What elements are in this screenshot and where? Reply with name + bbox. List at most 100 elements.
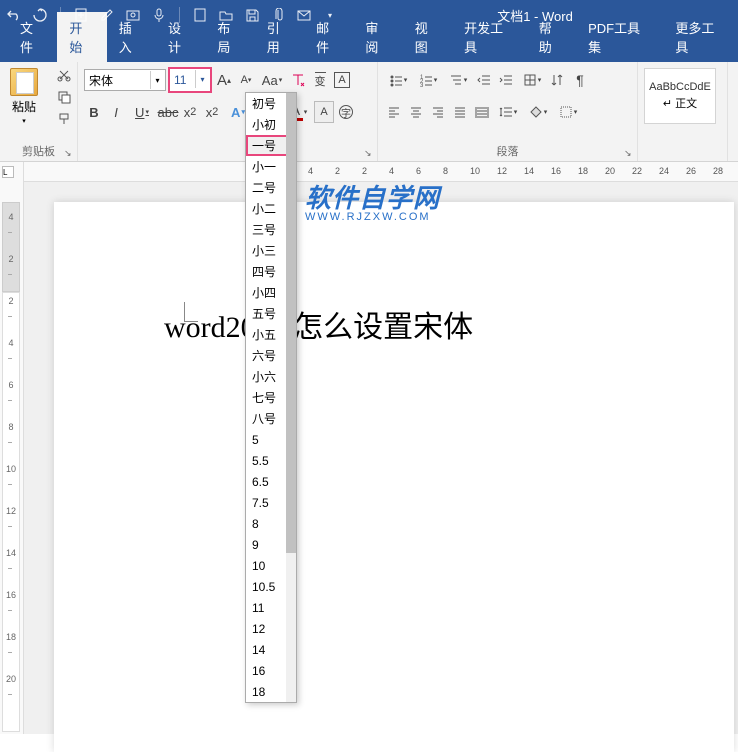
ruler-tick: 8: [443, 166, 448, 176]
tab-review[interactable]: 审阅: [353, 12, 402, 62]
underline-button[interactable]: U▾: [128, 101, 156, 123]
ruler-tick: 8: [4, 422, 18, 432]
multilevel-list-button[interactable]: ▾: [444, 69, 472, 91]
ruler-tick: 2: [4, 296, 18, 306]
ruler-tick: 12: [4, 506, 18, 516]
sort-button[interactable]: [548, 69, 568, 91]
font-size-dropdown: 初号小初一号小一二号小二三号小三四号小四五号小五六号小六七号八号55.56.57…: [245, 92, 297, 703]
tab-more[interactable]: 更多工具: [663, 12, 738, 62]
paste-button[interactable]: 粘贴 ▾: [6, 66, 42, 126]
shading-button[interactable]: ▾: [524, 101, 552, 123]
ruler-tick: 10: [470, 166, 480, 176]
change-case-button[interactable]: Aa▾: [258, 69, 286, 91]
format-painter-icon[interactable]: [55, 110, 73, 128]
document-text[interactable]: word2019 怎么设置宋体: [164, 302, 624, 346]
bold-button[interactable]: B: [84, 101, 104, 123]
justify-button[interactable]: [450, 101, 470, 123]
document-area: L 422468101214161820 8642246810121416182…: [0, 162, 738, 734]
distributed-button[interactable]: [472, 101, 492, 123]
font-name-combo[interactable]: 宋体 ▾: [84, 69, 166, 91]
edit-icon[interactable]: [99, 7, 115, 23]
vertical-ruler: L 422468101214161820: [0, 162, 24, 734]
qat-more-icon[interactable]: ▾: [322, 7, 338, 23]
tab-selector[interactable]: L: [2, 166, 14, 178]
scrollbar-thumb[interactable]: [286, 93, 296, 553]
page-area: word2019 怎么设置宋体: [24, 182, 738, 734]
ruler-tick: 28: [713, 166, 723, 176]
chevron-down-icon[interactable]: ▾: [150, 71, 164, 89]
shrink-font-button[interactable]: A▾: [236, 69, 256, 91]
cut-icon[interactable]: [55, 66, 73, 84]
ribbon-tabs: 文件 开始 插入 设计 布局 引用 邮件 审阅 视图 开发工具 帮助 PDF工具…: [0, 30, 738, 62]
subscript-button[interactable]: x2: [180, 101, 200, 123]
show-marks-button[interactable]: ¶: [570, 69, 590, 91]
clipboard-launcher[interactable]: ↘: [64, 148, 74, 158]
paragraph-launcher[interactable]: ↘: [624, 148, 634, 158]
ruler-tick: 2: [4, 254, 18, 264]
char-border-button[interactable]: A: [332, 69, 352, 91]
line-spacing-button[interactable]: ▾: [494, 101, 522, 123]
char-shading-button[interactable]: A: [314, 101, 334, 123]
page[interactable]: word2019 怎么设置宋体: [54, 202, 734, 752]
align-center-button[interactable]: [406, 101, 426, 123]
ruler-tick: 2: [362, 166, 367, 176]
ruler-tick: 14: [524, 166, 534, 176]
new-doc-icon[interactable]: [73, 7, 89, 23]
phonetic-guide-button[interactable]: 变: [310, 69, 330, 91]
ruler-tick: 2: [335, 166, 340, 176]
grow-font-button[interactable]: A▴: [214, 69, 234, 91]
ribbon: 粘贴 ▾ 剪贴板 ↘ 宋体 ▾ 11 ▾ A▴ A▾ Aa▾: [0, 62, 738, 162]
redo-icon[interactable]: [32, 7, 48, 23]
font-launcher[interactable]: ↘: [364, 148, 374, 158]
enclose-char-button[interactable]: 字: [336, 101, 356, 123]
ruler-tick: 6: [416, 166, 421, 176]
screenshot-icon[interactable]: [125, 7, 141, 23]
ruler-tick: 4: [4, 212, 18, 222]
tab-developer[interactable]: 开发工具: [452, 12, 527, 62]
align-left-button[interactable]: [384, 101, 404, 123]
align-right-button[interactable]: [428, 101, 448, 123]
numbering-button[interactable]: 123▾: [414, 69, 442, 91]
mail-icon[interactable]: [296, 7, 312, 23]
ruler-tick: 14: [4, 548, 18, 558]
ruler-tick: 4: [389, 166, 394, 176]
ruler-tick: 24: [659, 166, 669, 176]
decrease-indent-button[interactable]: [474, 69, 494, 91]
superscript-button[interactable]: x2: [202, 101, 222, 123]
chevron-down-icon[interactable]: ▾: [195, 70, 209, 88]
open-icon[interactable]: [218, 7, 234, 23]
font-size-combo[interactable]: 11 ▾: [168, 67, 212, 93]
paragraph-group: ▾ 123▾ ▾ ▾ ¶ ▾ ▾ ▾ 段落 ↘: [378, 62, 638, 161]
borders-button[interactable]: ▾: [554, 101, 582, 123]
strikethrough-button[interactable]: abc: [158, 101, 178, 123]
italic-button[interactable]: I: [106, 101, 126, 123]
tab-view[interactable]: 视图: [403, 12, 452, 62]
ruler-tick: 18: [578, 166, 588, 176]
ruler-tick: 20: [4, 674, 18, 684]
mic-icon[interactable]: [151, 7, 167, 23]
blank-doc-icon[interactable]: [192, 7, 208, 23]
ruler-tick: 4: [308, 166, 313, 176]
tab-pdf[interactable]: PDF工具集: [576, 12, 663, 62]
asian-layout-button[interactable]: ▾: [518, 69, 546, 91]
style-normal[interactable]: AaBbCcDdE ↵ 正文: [644, 68, 716, 124]
clipboard-group: 粘贴 ▾ 剪贴板 ↘: [0, 62, 78, 161]
style-name: ↵ 正文: [663, 95, 697, 111]
horizontal-ruler: 8642246810121416182022242628: [24, 162, 738, 182]
paragraph-group-label: 段落: [378, 143, 637, 159]
ruler-tick: 10: [4, 464, 18, 474]
save-icon[interactable]: [244, 7, 260, 23]
paste-label: 粘贴: [12, 98, 36, 115]
cursor-indicator: [184, 302, 198, 322]
ruler-tick: 12: [497, 166, 507, 176]
bullets-button[interactable]: ▾: [384, 69, 412, 91]
clear-formatting-button[interactable]: [288, 69, 308, 91]
font-size-value: 11: [174, 73, 186, 87]
tab-help[interactable]: 帮助: [527, 12, 576, 62]
svg-text:3: 3: [420, 83, 424, 87]
ruler-tick: 22: [632, 166, 642, 176]
attach-icon[interactable]: [270, 7, 286, 23]
undo-icon[interactable]: [6, 7, 22, 23]
increase-indent-button[interactable]: [496, 69, 516, 91]
copy-icon[interactable]: [55, 88, 73, 106]
